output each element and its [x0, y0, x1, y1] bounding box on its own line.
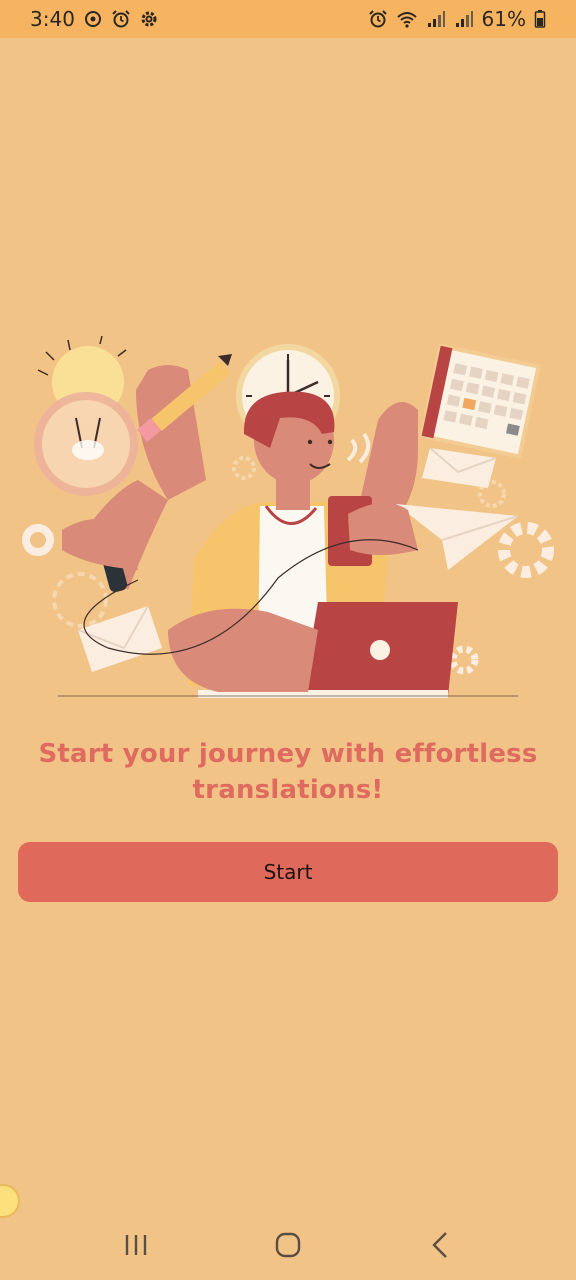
system-nav-bar	[0, 1210, 576, 1280]
settings-icon	[141, 11, 157, 27]
onboarding-headline: Start your journey with effortless trans…	[38, 739, 538, 805]
back-button[interactable]	[410, 1220, 470, 1270]
start-button[interactable]: Start	[18, 842, 558, 902]
gear-icon	[449, 645, 479, 675]
home-button[interactable]	[258, 1220, 318, 1270]
battery-icon	[534, 10, 546, 28]
signal-icon	[427, 11, 445, 27]
alarm-icon	[368, 10, 387, 28]
recent-apps-icon	[125, 1235, 147, 1255]
home-icon	[275, 1232, 301, 1258]
wifi-icon	[396, 12, 417, 28]
gear-icon	[498, 522, 554, 578]
person-head	[243, 391, 335, 510]
back-icon	[432, 1232, 447, 1258]
status-left: 3:40	[30, 7, 159, 31]
status-right: 61%	[368, 7, 546, 31]
status-time: 3:40	[30, 7, 75, 31]
signal-icon	[455, 11, 473, 27]
calendar-icon	[419, 343, 541, 459]
recent-apps-button[interactable]	[106, 1220, 166, 1270]
battery-percent: 61%	[481, 7, 526, 31]
alarm-icon	[112, 10, 130, 28]
gear-icon	[22, 524, 54, 556]
onboarding-illustration	[22, 335, 554, 698]
start-button-label: Start	[263, 860, 313, 884]
status-bar: 3:40 61%	[0, 0, 576, 38]
sync-icon	[84, 11, 101, 27]
